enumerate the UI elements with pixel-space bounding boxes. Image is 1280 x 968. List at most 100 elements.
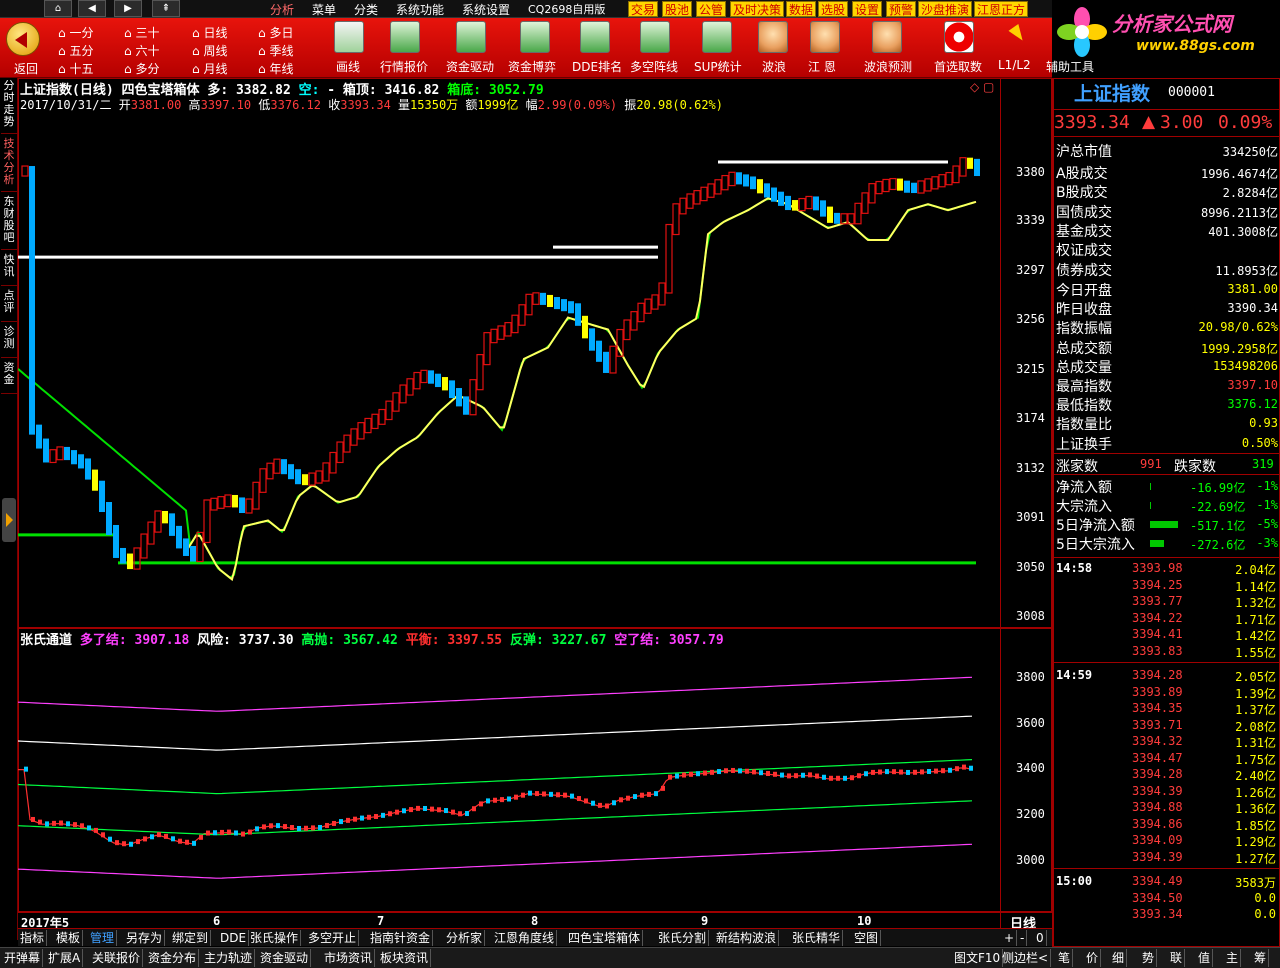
sup-stats-icon[interactable] [702, 21, 732, 53]
menu-menu[interactable]: 菜单 [312, 1, 336, 18]
period-30min[interactable]: ⌂ 三十 [124, 24, 159, 41]
dde-rank-button[interactable]: DDE排名 [572, 58, 622, 75]
indicator-tab[interactable]: 多空开止 [306, 930, 360, 946]
sidebar-item-diagnosis[interactable]: 诊测 [1, 324, 17, 358]
status-side-tab[interactable]: 细 [1110, 949, 1128, 967]
indicator-tab[interactable]: 江恩角度线 [492, 930, 558, 946]
status-tab[interactable]: 板块资讯 [378, 949, 432, 967]
status-side-tab[interactable]: 主 [1224, 949, 1242, 967]
tab-trade[interactable]: 交易 [628, 1, 659, 17]
zoom-button[interactable]: - [1018, 930, 1028, 946]
menu-analysis[interactable]: 分析 [270, 1, 294, 18]
wave-icon[interactable] [758, 21, 788, 53]
sidebar-item-flash[interactable]: 快讯 [1, 252, 17, 286]
dde-rank-icon[interactable] [580, 21, 610, 53]
sidebar-item-timeshare[interactable]: 分时走势 [1, 78, 17, 134]
indicator-tab[interactable]: 张氏分割 [656, 930, 710, 946]
indicator-tab[interactable]: 张氏操作 [248, 930, 302, 946]
sidebar-collapse-handle[interactable] [2, 498, 16, 542]
status-side-tab[interactable]: 侧边栏< [1000, 949, 1052, 967]
indicator-tab[interactable]: 分析家 [444, 930, 486, 946]
tab-public-mgmt[interactable]: 公管 [696, 1, 727, 17]
quote-icon[interactable] [390, 21, 420, 53]
status-side-tab[interactable]: 筹 [1252, 949, 1270, 967]
indicator-tab[interactable]: 新结构波浪 [714, 930, 780, 946]
sup-stats-button[interactable]: SUP统计 [694, 58, 742, 75]
status-side-tab[interactable]: 值 [1196, 949, 1214, 967]
status-tab[interactable]: 资金分布 [146, 949, 200, 967]
status-tab[interactable]: 资金驱动 [258, 949, 312, 967]
indicator-tab[interactable]: 模板 [54, 930, 84, 946]
tab-settings[interactable]: 设置 [852, 1, 883, 17]
sidebar-item-comment[interactable]: 点评 [1, 288, 17, 322]
back-button-label[interactable]: 返回 [14, 60, 38, 77]
period-multi-min[interactable]: ⌂ 多分 [124, 60, 159, 77]
sub-chart-canvas[interactable] [18, 646, 1000, 912]
aux-tools-button[interactable]: 辅助工具 [1046, 58, 1094, 75]
period-60min[interactable]: ⌂ 六十 [124, 42, 159, 59]
indicator-tab[interactable]: 绑定到 [170, 930, 212, 946]
tab-timely-decision[interactable]: 及时决策 [730, 1, 785, 17]
menu-system-functions[interactable]: 系统功能 [396, 1, 444, 18]
fund-game-icon[interactable] [520, 21, 550, 53]
period-weekly[interactable]: ⌂ 周线 [192, 42, 227, 59]
wave-button[interactable]: 波浪 [762, 58, 786, 75]
back-arrow-icon[interactable]: ◀ [78, 0, 106, 17]
tab-alert[interactable]: 预警 [886, 1, 917, 17]
tab-sandbox[interactable]: 沙盘推演 [918, 1, 973, 17]
status-side-tab[interactable]: 图文F10 [952, 949, 1004, 967]
home-icon[interactable]: ⌂ [44, 0, 72, 17]
period-monthly[interactable]: ⌂ 月线 [192, 60, 227, 77]
period-1min[interactable]: ⌂ 一分 [58, 24, 93, 41]
menu-category[interactable]: 分类 [354, 1, 378, 18]
gann-button[interactable]: 江 恩 [808, 58, 836, 75]
sidebar-item-technical[interactable]: 技术分析 [1, 136, 17, 192]
quote-button[interactable]: 行情报价 [380, 58, 428, 75]
status-side-tab[interactable]: 联 [1168, 949, 1186, 967]
page-up-icon[interactable]: ⇞ [152, 0, 180, 17]
sidebar-item-fund[interactable]: 资金 [1, 360, 17, 394]
draw-line-icon[interactable] [334, 21, 364, 53]
indicator-tab[interactable]: 管理 [88, 930, 118, 946]
period-quarterly[interactable]: ⌂ 季线 [258, 42, 293, 59]
tab-gann-square[interactable]: 江恩正方 [974, 1, 1029, 17]
forward-arrow-icon[interactable]: ▶ [114, 0, 142, 17]
status-side-tab[interactable]: 笔 [1056, 949, 1074, 967]
indicator-tab[interactable]: 另存为 [124, 930, 166, 946]
main-chart-canvas[interactable] [18, 114, 1000, 626]
fund-drive-button[interactable]: 资金驱动 [446, 58, 494, 75]
tab-stock-pool[interactable]: 股池 [662, 1, 693, 17]
indicator-tab[interactable]: DDE [218, 930, 250, 946]
period-15min[interactable]: ⌂ 十五 [58, 60, 93, 77]
back-circle-icon[interactable] [6, 22, 40, 56]
indicator-tab[interactable]: 张氏精华 [790, 930, 844, 946]
indicator-tab[interactable]: 指南针资金 [368, 930, 434, 946]
period-5min[interactable]: ⌂ 五分 [58, 42, 93, 59]
status-tab[interactable]: 扩展A [46, 949, 84, 967]
wave-forecast-button[interactable]: 波浪预测 [864, 58, 912, 75]
status-tab[interactable]: 开弹幕 [2, 949, 44, 967]
status-tab[interactable]: 主力轨迹 [202, 949, 256, 967]
l1-l2-button[interactable]: L1/L2 [998, 58, 1031, 72]
sidebar-item-guba[interactable]: 东财股吧 [1, 194, 17, 250]
fund-game-button[interactable]: 资金博弈 [508, 58, 556, 75]
first-fetch-button[interactable]: 首选取数 [934, 58, 982, 75]
wave-forecast-icon[interactable] [872, 21, 902, 53]
first-fetch-icon[interactable] [944, 21, 974, 53]
status-side-tab[interactable]: 价 [1084, 949, 1102, 967]
status-tab[interactable]: 关联报价 [90, 949, 144, 967]
period-yearly[interactable]: ⌂ 年线 [258, 60, 293, 77]
indicator-tab[interactable]: 空图 [852, 930, 882, 946]
long-short-button[interactable]: 多空阵线 [630, 58, 678, 75]
cursor-icon[interactable] [1006, 22, 1028, 52]
indicator-tab[interactable]: 四色宝塔箱体 [566, 930, 644, 946]
indicator-tab[interactable]: 指标 [18, 930, 48, 946]
menu-system-settings[interactable]: 系统设置 [462, 1, 510, 18]
tab-data[interactable]: 数据 [786, 1, 817, 17]
status-tab[interactable]: 市场资讯 [322, 949, 376, 967]
period-daily[interactable]: ⌂ 日线 [192, 24, 227, 41]
zoom-button[interactable]: + [1002, 930, 1018, 946]
chart-options-icon[interactable]: ◇ ▢ [970, 80, 994, 94]
zoom-button[interactable]: 0 [1034, 930, 1047, 946]
draw-line-button[interactable]: 画线 [336, 58, 360, 75]
